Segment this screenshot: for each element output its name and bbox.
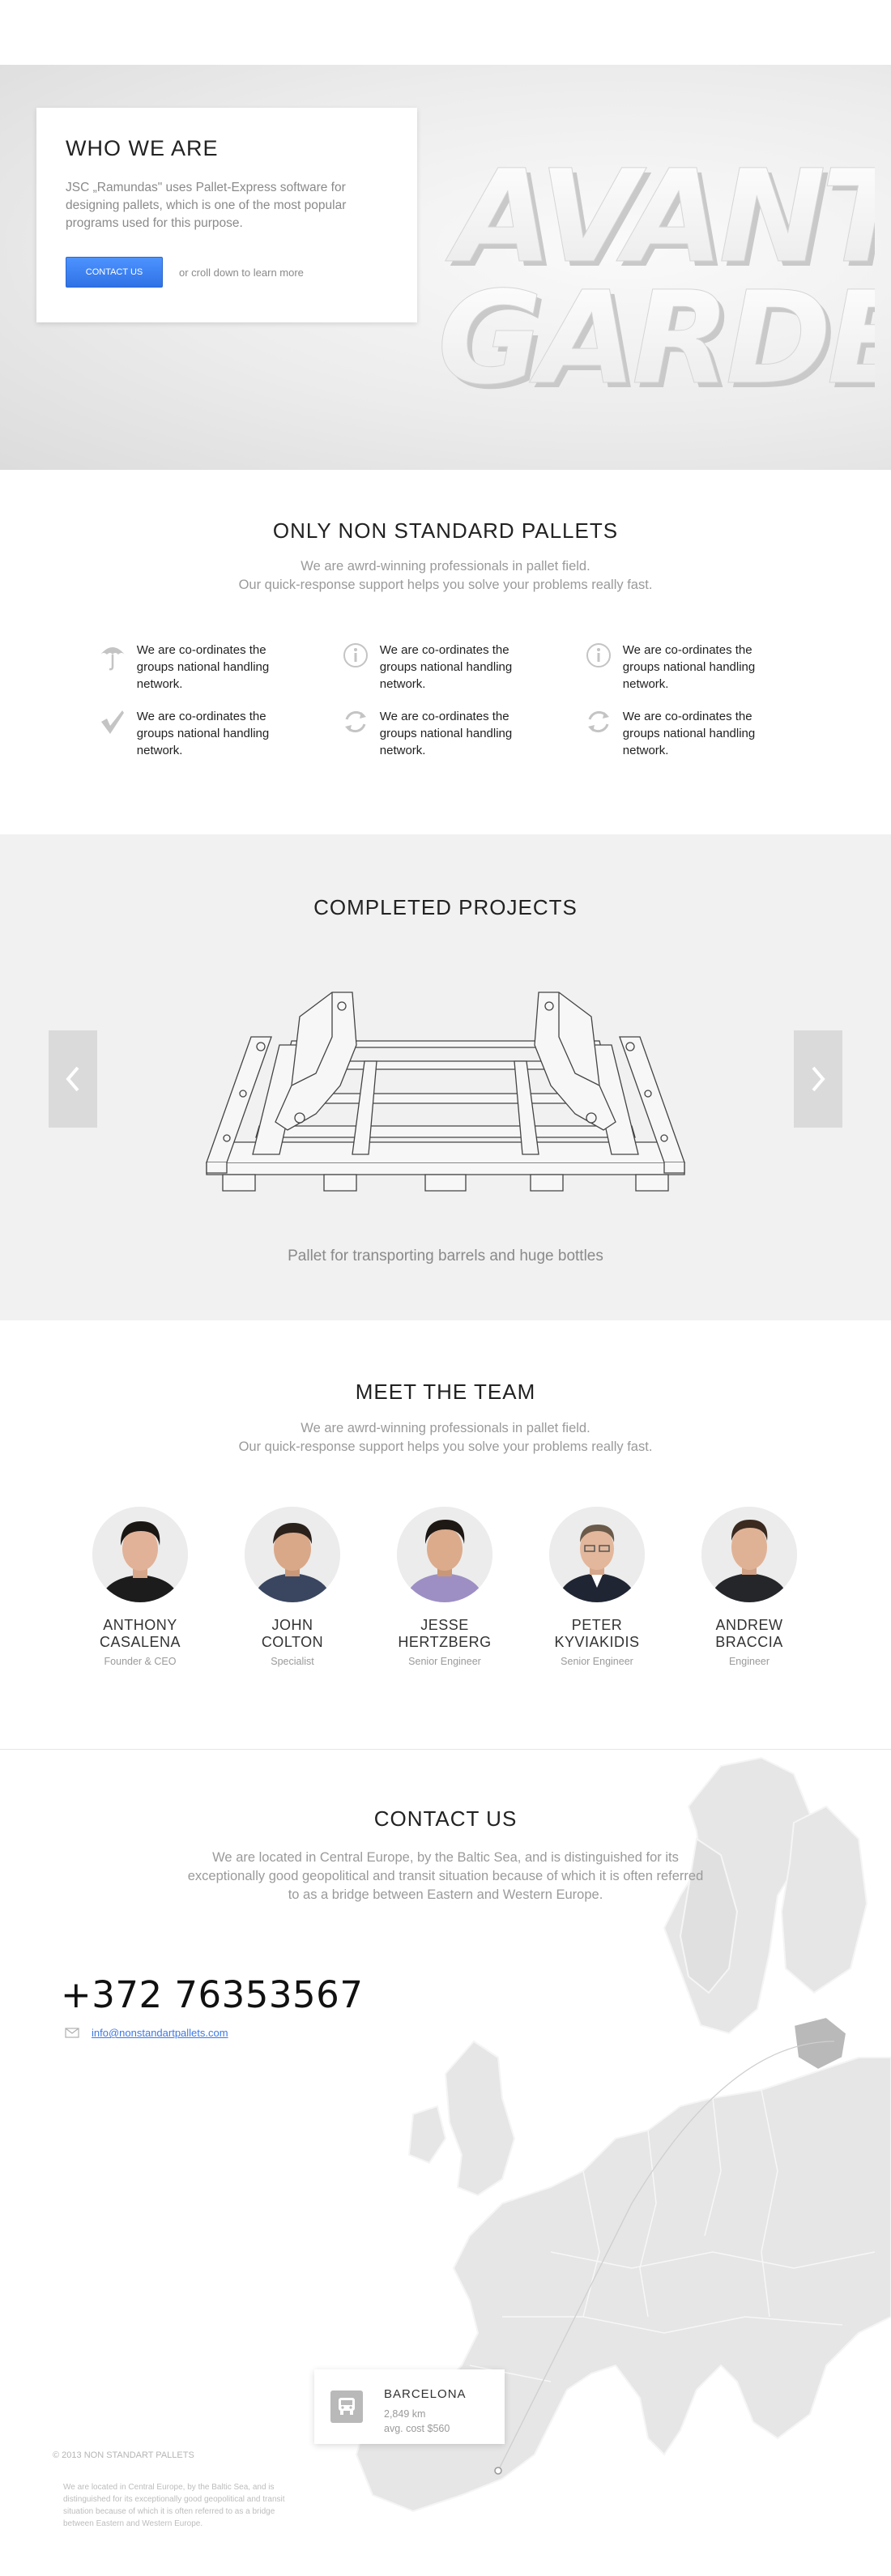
copyright: © 2013 NON STANDART PALLETS bbox=[53, 2450, 194, 2460]
who-we-are-card: WHO WE ARE JSC „Ramundas" uses Pallet-Ex… bbox=[36, 108, 417, 322]
feature-item: We are co-ordinates the groups national … bbox=[332, 708, 526, 759]
feature-text: We are co-ordinates the groups national … bbox=[622, 643, 756, 691]
avatar bbox=[397, 1507, 492, 1602]
hero-text: JSC „Ramundas" uses Pallet-Express softw… bbox=[66, 181, 347, 230]
location-popup: BARCELONA 2,849 km avg. cost $560 bbox=[314, 2369, 505, 2444]
envelope-icon bbox=[65, 2028, 79, 2038]
team-subtitle: We are awrd-winning professionals in pal… bbox=[0, 1419, 891, 1456]
member-first-name: PETER bbox=[571, 1617, 623, 1633]
member-role: Senior Engineer bbox=[408, 1656, 481, 1667]
team-subtitle-line2: Our quick-response support helps you sol… bbox=[238, 1439, 653, 1454]
hero-title: WHO WE ARE bbox=[66, 136, 219, 160]
chevron-left-icon bbox=[66, 1066, 79, 1092]
team-member-card[interactable]: JOHN COLTON Specialist bbox=[228, 1507, 357, 1667]
carousel-prev-button[interactable] bbox=[49, 1030, 97, 1128]
member-role: Specialist bbox=[271, 1656, 314, 1667]
member-last-name: BRACCIA bbox=[715, 1634, 783, 1650]
feature-text: We are co-ordinates the groups national … bbox=[136, 643, 270, 691]
features-subtitle-line2: Our quick-response support helps you sol… bbox=[238, 578, 653, 592]
footer-text: We are located in Central Europe, by the… bbox=[63, 2483, 285, 2528]
team-member-card[interactable]: JESSE HERTZBERG Senior Engineer bbox=[380, 1507, 509, 1667]
project-caption: Pallet for transporting barrels and huge… bbox=[288, 1247, 603, 1265]
scroll-hint: or croll down to learn more bbox=[179, 266, 304, 279]
feature-item: We are co-ordinates the groups national … bbox=[575, 708, 770, 759]
team-member-card[interactable]: PETER KYVIAKIDIS Senior Engineer bbox=[532, 1507, 662, 1667]
member-role: Founder & CEO bbox=[104, 1656, 177, 1667]
hero-actions: CONTACT US or croll down to learn more bbox=[66, 257, 388, 288]
feature-item: We are co-ordinates the groups national … bbox=[332, 642, 526, 693]
email-row: info@nonstandartpallets.com bbox=[65, 2027, 228, 2039]
chevron-right-icon bbox=[812, 1066, 825, 1092]
popup-city: BARCELONA bbox=[384, 2387, 467, 2401]
member-first-name: JESSE bbox=[420, 1617, 469, 1633]
avatar bbox=[92, 1507, 188, 1602]
team-member-card[interactable]: ANTHONY CASALENA Founder & CEO bbox=[75, 1507, 205, 1667]
phone-number[interactable]: +372 76353567 bbox=[61, 1973, 363, 2016]
umbrella-icon bbox=[89, 642, 137, 674]
member-role: Engineer bbox=[728, 1656, 770, 1667]
member-last-name: HERTZBERG bbox=[398, 1634, 492, 1650]
feature-item: We are co-ordinates the groups national … bbox=[575, 642, 770, 693]
carousel-next-button[interactable] bbox=[794, 1030, 842, 1128]
projects-title: COMPLETED PROJECTS bbox=[313, 895, 578, 919]
art-line2: GARDE bbox=[437, 264, 875, 413]
popup-cost: avg. cost $560 bbox=[384, 2423, 450, 2434]
member-role: Senior Engineer bbox=[561, 1656, 633, 1667]
feature-item: We are co-ordinates the groups national … bbox=[89, 708, 284, 759]
member-last-name: KYVIAKIDIS bbox=[554, 1634, 640, 1650]
member-last-name: COLTON bbox=[261, 1634, 324, 1650]
info-icon bbox=[332, 642, 380, 674]
features-subtitle: We are awrd-winning professionals in pal… bbox=[0, 557, 891, 595]
info-icon bbox=[575, 642, 623, 674]
avatar bbox=[245, 1507, 340, 1602]
feature-text: We are co-ordinates the groups national … bbox=[379, 643, 513, 691]
email-link[interactable]: info@nonstandartpallets.com bbox=[92, 2027, 228, 2039]
avatar bbox=[549, 1507, 645, 1602]
contact-title: CONTACT US bbox=[373, 1806, 518, 1831]
member-first-name: ANDREW bbox=[715, 1617, 783, 1633]
refresh-icon bbox=[575, 708, 623, 740]
member-first-name: JOHN bbox=[271, 1617, 313, 1633]
popup-distance: 2,849 km bbox=[384, 2408, 426, 2420]
truck-icon bbox=[330, 2390, 363, 2423]
feature-item: We are co-ordinates the groups national … bbox=[89, 642, 284, 693]
team-section: MEET THE TEAM We are awrd-winning profes… bbox=[0, 1320, 891, 1750]
refresh-icon bbox=[332, 708, 380, 740]
features-title: ONLY NON STANDARD PALLETS bbox=[272, 518, 619, 543]
feature-text: We are co-ordinates the groups national … bbox=[379, 710, 513, 757]
feature-text: We are co-ordinates the groups national … bbox=[622, 710, 756, 757]
member-first-name: ANTHONY bbox=[103, 1617, 177, 1633]
contact-section: CONTACT US We are located in Central Eur… bbox=[0, 1750, 891, 2576]
features-section: ONLY NON STANDARD PALLETS We are awrd-wi… bbox=[0, 470, 891, 834]
hero-section: AVANT AVANT GARDE GARDE WHO WE ARE JSC „… bbox=[0, 65, 891, 470]
projects-section: COMPLETED PROJECTS Pallet for transporti… bbox=[0, 834, 891, 1320]
checkmark-icon bbox=[89, 708, 137, 740]
member-last-name: CASALENA bbox=[99, 1634, 181, 1650]
team-member-card[interactable]: ANDREW BRACCIA Engineer bbox=[684, 1507, 814, 1667]
features-subtitle-line1: We are awrd-winning professionals in pal… bbox=[301, 559, 590, 574]
team-title: MEET THE TEAM bbox=[355, 1380, 536, 1404]
team-subtitle-line1: We are awrd-winning professionals in pal… bbox=[301, 1421, 590, 1435]
pallet-drawing bbox=[206, 992, 685, 1192]
contact-us-button[interactable]: CONTACT US bbox=[66, 257, 163, 288]
avatar bbox=[701, 1507, 797, 1602]
contact-text: We are located in Central Europe, by the… bbox=[187, 1850, 704, 1902]
avant-garde-artwork: AVANT AVANT GARDE GARDE bbox=[437, 143, 875, 419]
feature-text: We are co-ordinates the groups national … bbox=[136, 710, 270, 757]
